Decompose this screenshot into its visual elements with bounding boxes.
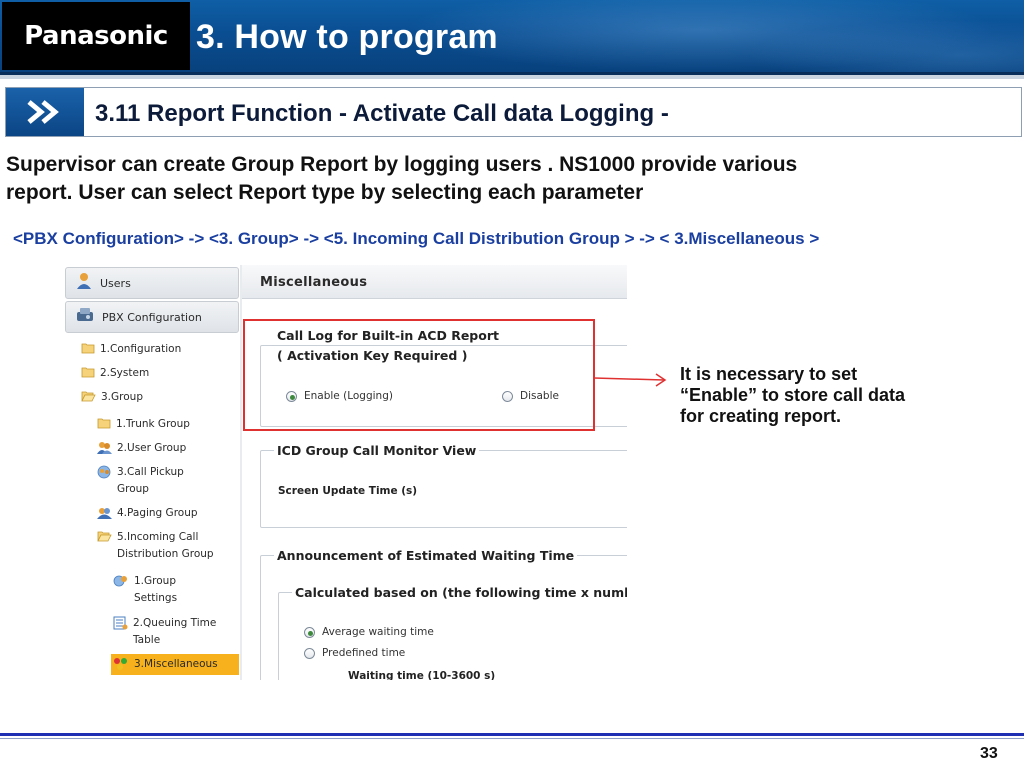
intro-line-2: report. User can select Report type by s… [6, 181, 644, 204]
tree-item-label: 2.System [100, 367, 150, 379]
footer-divider [0, 733, 1024, 736]
double-chevron-icon [6, 88, 84, 136]
predefined-time-radio[interactable]: Predefined time [304, 647, 405, 659]
miscellaneous-icon [113, 657, 129, 677]
tree-item-label-line-1: 3.Call Pickup [117, 466, 184, 478]
tree-item-label-line-2: Group [117, 483, 149, 495]
callout-line-2: “Enable” to store call data [680, 385, 906, 405]
user-group-icon [97, 441, 112, 461]
section-bar: 3.11 Report Function - Activate Call dat… [5, 87, 1022, 137]
page-number: 33 [980, 745, 998, 762]
average-waiting-time-radio[interactable]: Average waiting time [304, 626, 434, 638]
tree-item-paging-group[interactable]: 4.Paging Group [97, 505, 198, 526]
tree-item-label-line-2: Distribution Group [117, 548, 214, 560]
header-divider-light [0, 75, 1024, 79]
highlight-box [243, 319, 595, 431]
tree-item-label-line-1: 1.Group [134, 575, 176, 587]
callout-note: It is necessary to set “Enable” to store… [680, 364, 980, 427]
tree-item-label-line-1: 5.Incoming Call [117, 531, 199, 543]
tree-item-label: 1.Group Settings [134, 573, 177, 607]
radio-label: Average waiting time [322, 626, 434, 638]
tree-item-label-line-2: Settings [134, 592, 178, 604]
announcement-legend: Announcement of Estimated Waiting Time [274, 548, 578, 563]
slide-header: Panasonic 3. How to program [0, 0, 1024, 72]
tree-item-label: 1.Configuration [100, 343, 182, 355]
folder-icon [81, 342, 95, 360]
paging-group-icon [97, 506, 112, 526]
tree-item-label: 3.Miscellaneous [134, 658, 218, 670]
folder-open-icon [81, 390, 96, 408]
slide-title: 3. How to program [196, 18, 498, 56]
folder-icon [81, 366, 95, 384]
tree-item-label: 3.Group [101, 391, 143, 403]
user-icon [76, 272, 92, 294]
radio-label: Predefined time [322, 647, 406, 659]
icd-monitor-legend: ICD Group Call Monitor View [274, 443, 480, 458]
sidebar: Users PBX Configuration 1.Configuration [65, 265, 240, 680]
callout-line-1: It is necessary to set [680, 364, 858, 384]
radio-indicator [304, 647, 315, 659]
call-pickup-icon [97, 465, 112, 485]
panasonic-logo: Panasonic [2, 2, 190, 70]
tree-item-queuing-time-table[interactable]: 2.Queuing Time Table [113, 615, 216, 649]
tree-item-label: 2.Queuing Time Table [133, 615, 216, 649]
tree-item-user-group[interactable]: 2.User Group [97, 440, 186, 461]
tree-item-call-pickup-group[interactable]: 3.Call Pickup Group [97, 464, 184, 498]
tree-item-label: 1.Trunk Group [116, 418, 190, 430]
tree-item-configuration[interactable]: 1.Configuration [81, 341, 181, 360]
tree-item-label: 4.Paging Group [117, 507, 198, 519]
tree-item-label-line-1: 2.Queuing Time [133, 617, 217, 629]
section-title: 3.11 Report Function - Activate Call dat… [95, 100, 669, 127]
footer-divider-light [0, 738, 1024, 739]
calculation-legend: Calculated based on (the following time … [292, 585, 627, 600]
tree-item-miscellaneous[interactable]: 3.Miscellaneous [111, 654, 239, 675]
intro-text: Supervisor can create Group Report by lo… [6, 151, 1016, 207]
sidebar-item-label: PBX Configuration [102, 310, 202, 324]
tree-item-label: 3.Call Pickup Group [117, 464, 184, 498]
tree-item-trunk-group[interactable]: 1.Trunk Group [97, 416, 190, 435]
sidebar-item-users[interactable]: Users [65, 267, 239, 299]
tree-item-incoming-call-distribution-group[interactable]: 5.Incoming Call Distribution Group [97, 529, 214, 563]
logo-text: Panasonic [24, 21, 168, 51]
sidebar-item-label: Users [100, 276, 131, 290]
group-settings-icon [113, 574, 129, 594]
tree-item-label: 5.Incoming Call Distribution Group [117, 529, 214, 563]
table-icon [113, 616, 128, 636]
screen-update-time-label: Screen Update Time (s) [278, 485, 418, 497]
callout-line-3: for creating report. [680, 406, 842, 426]
radio-selected-indicator [304, 626, 315, 638]
navigation-path: <PBX Configuration> -> <3. Group> -> <5.… [13, 229, 820, 248]
tree-item-label: 2.User Group [117, 442, 187, 454]
folder-icon [97, 417, 111, 435]
folder-open-icon [97, 530, 112, 548]
tree-item-label-line-2: Table [133, 634, 161, 646]
pbx-icon [76, 306, 94, 328]
tree-item-group[interactable]: 3.Group [81, 389, 143, 408]
tree-item-system[interactable]: 2.System [81, 365, 149, 384]
tree-item-group-settings[interactable]: 1.Group Settings [113, 573, 177, 607]
sidebar-item-pbx-configuration[interactable]: PBX Configuration [65, 301, 239, 333]
panel-title: Miscellaneous [260, 275, 368, 290]
intro-line-1: Supervisor can create Group Report by lo… [6, 153, 798, 176]
callout-arrow-icon [593, 373, 667, 387]
panel-header: Miscellaneous [242, 265, 627, 299]
waiting-time-label: Waiting time (10-3600 s) [348, 670, 496, 680]
